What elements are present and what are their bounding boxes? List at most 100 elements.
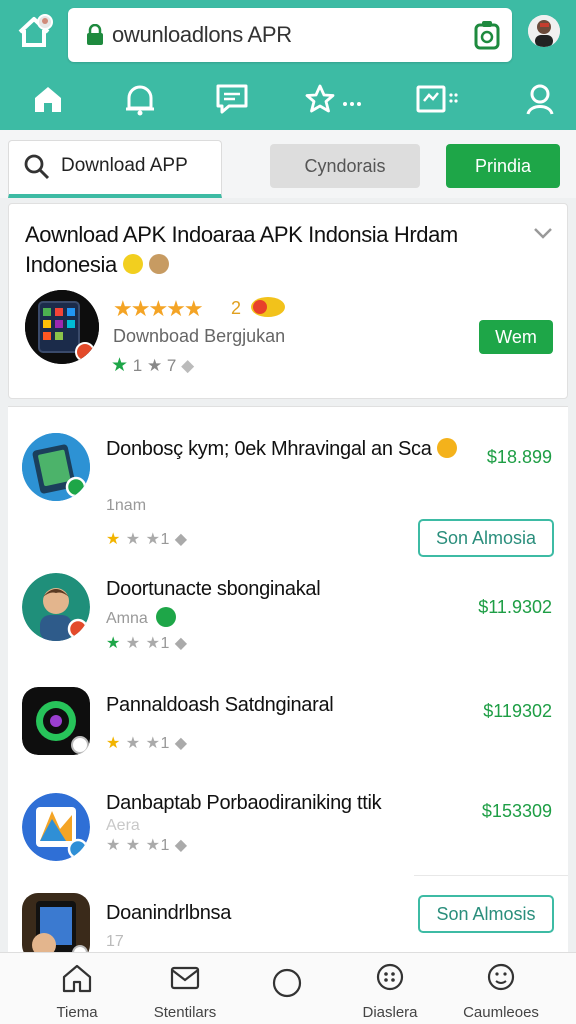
lock-icon [86,23,104,51]
filter-chip-secondary[interactable]: Cyndorais [270,144,420,188]
featured-rating-text: 1 ★ 7 [132,356,177,375]
message-icon[interactable] [212,79,252,119]
featured-star-rating: ★★★★★ [113,296,204,321]
app-size-text: Amna [106,610,148,627]
bottom-nav-center[interactable] [232,963,342,1010]
url-text: owunloadlons APR [112,22,292,47]
app-price: $18.899 [486,447,552,467]
app-name: Danbaptab Porbaodiraniking ttik [106,792,382,814]
app-action-button[interactable]: Son Almosia [418,519,554,557]
app-rating: ★ ★ ★1 ◆ [106,529,188,549]
emoji-face-icon [148,254,169,274]
bell-icon[interactable] [120,79,160,119]
featured-title-text: Aownload APK Indoaraa APK Indonsia Hrdam… [25,222,458,277]
url-bar[interactable]: owunloadlons APR [68,8,512,62]
filter-chip-primary[interactable]: Prindia [446,144,560,188]
featured-rating-count: 2 [231,298,242,318]
app-price: $119302 [483,701,552,721]
thumb-icon: ◆ [174,735,188,752]
star-icon: ★ [106,531,121,548]
search-input[interactable]: Download APP [8,140,222,198]
bottom-nav-label: Diaslera [362,1004,418,1021]
app-rating-value: 1 [160,837,170,854]
list-item[interactable]: Pannaldoash Satdnginaral $119302 ★ ★ ★1 … [8,671,568,783]
star-icon[interactable] [304,79,368,119]
app-size: Aera [106,817,140,834]
star-icon: ★ [125,735,141,752]
app-icon-map [22,793,90,861]
thumb-icon: ◆ [174,531,188,548]
app-rating: ★ ★ ★1 ◆ [106,733,188,753]
star-icon: ★ [145,531,161,548]
app-name-text: Donbosç kym; 0ek Mhravingal an Sca [106,438,432,460]
list-item[interactable]: Doortunacte sbonginakal Amna $11.9302 ★ … [8,557,568,669]
featured-subtitle: Downboad Bergjukan [113,326,286,346]
app-rating: ★ ★ ★1 ◆ [106,835,188,855]
star-icon: ★ [125,531,141,548]
coin-icon [436,438,457,458]
user-icon[interactable] [520,79,560,119]
app-price: $153309 [481,801,552,821]
app-rating: ★ ★ ★1 ◆ [106,633,188,653]
app-name: Pannaldoash Satdnginaral [106,694,334,716]
bottom-nav: Tiema Stentilars Diaslera Caumleoes [0,952,576,1024]
bottom-nav-label: Tiema [56,1004,98,1021]
mail-icon [169,963,201,998]
star-icon: ★ [145,635,161,652]
app-rating-value: 1 [160,635,170,652]
divider [414,875,568,876]
star-icon: ★ [106,837,121,854]
app-rating-value: 1 [160,735,170,752]
app-icon-avatar [22,573,90,641]
top-nav [0,74,576,124]
tabs-icon[interactable] [474,20,500,50]
bottom-nav-profile[interactable]: Caumleoes [446,963,556,1021]
star-icon: ★ [125,635,141,652]
app-header: owunloadlons APR [0,0,576,130]
app-size: 17 [106,933,124,950]
bottom-nav-label: Stentilars [153,1004,217,1021]
featured-rating-line: ★ 1 ★ 7 ◆ [111,354,194,377]
home-icon [61,963,93,998]
grid-icon[interactable] [414,79,462,119]
app-icon-tablet [22,893,90,961]
featured-app-icon [25,290,99,364]
app-name: Donbosç kym; 0ek Mhravingal an Sca [106,435,476,463]
profile-avatar[interactable] [528,15,560,47]
star-icon: ★ [125,837,141,854]
home-shortcut-icon[interactable] [14,12,54,52]
verified-icon [156,607,177,627]
search-value: Download APP [61,155,188,176]
bottom-nav-mail[interactable]: Stentilars [130,963,240,1021]
home-icon[interactable] [28,79,68,119]
app-size: Amna [106,607,177,628]
app-rating-value: 1 [160,531,170,548]
install-button[interactable]: Wem [479,320,553,354]
app-icon-camera [22,687,90,755]
app-action-button[interactable]: Son Almosis [418,895,554,933]
star-icon: ★ [106,735,121,752]
featured-rating-badge: 2 [231,296,286,319]
emoji-sun-icon [122,254,143,274]
featured-title: Aownload APK Indoaraa APK Indonsia Hrdam… [25,220,525,280]
thumb-icon: ◆ [181,356,195,375]
app-icon-phone [22,433,90,501]
green-star-icon: ★ [111,355,129,376]
bottom-nav-label: Caumleoes [463,1004,539,1021]
list-item[interactable]: Danbaptab Porbaodiraniking ttik Aera $15… [8,777,568,889]
star-icon: ★ [145,735,161,752]
list-item[interactable]: Donbosç kym; 0ek Mhravingal an Sca 1nam … [8,417,568,557]
star-icon: ★ [145,837,161,854]
bottom-nav-home[interactable]: Tiema [22,963,132,1021]
chevron-down-icon[interactable] [533,226,553,244]
app-size: 1nam [106,497,147,514]
app-price: $11.9302 [478,597,552,617]
bottom-nav-chat[interactable]: Diaslera [335,963,445,1021]
circle-icon [271,963,303,1004]
star-icon: ★ [106,635,121,652]
smiley-icon [485,963,517,998]
featured-app-card[interactable]: Aownload APK Indoaraa APK Indonsia Hrdam… [8,203,568,399]
app-list: Donbosç kym; 0ek Mhravingal an Sca 1nam … [8,406,568,961]
thumb-icon: ◆ [174,837,188,854]
thumb-icon: ◆ [174,635,188,652]
